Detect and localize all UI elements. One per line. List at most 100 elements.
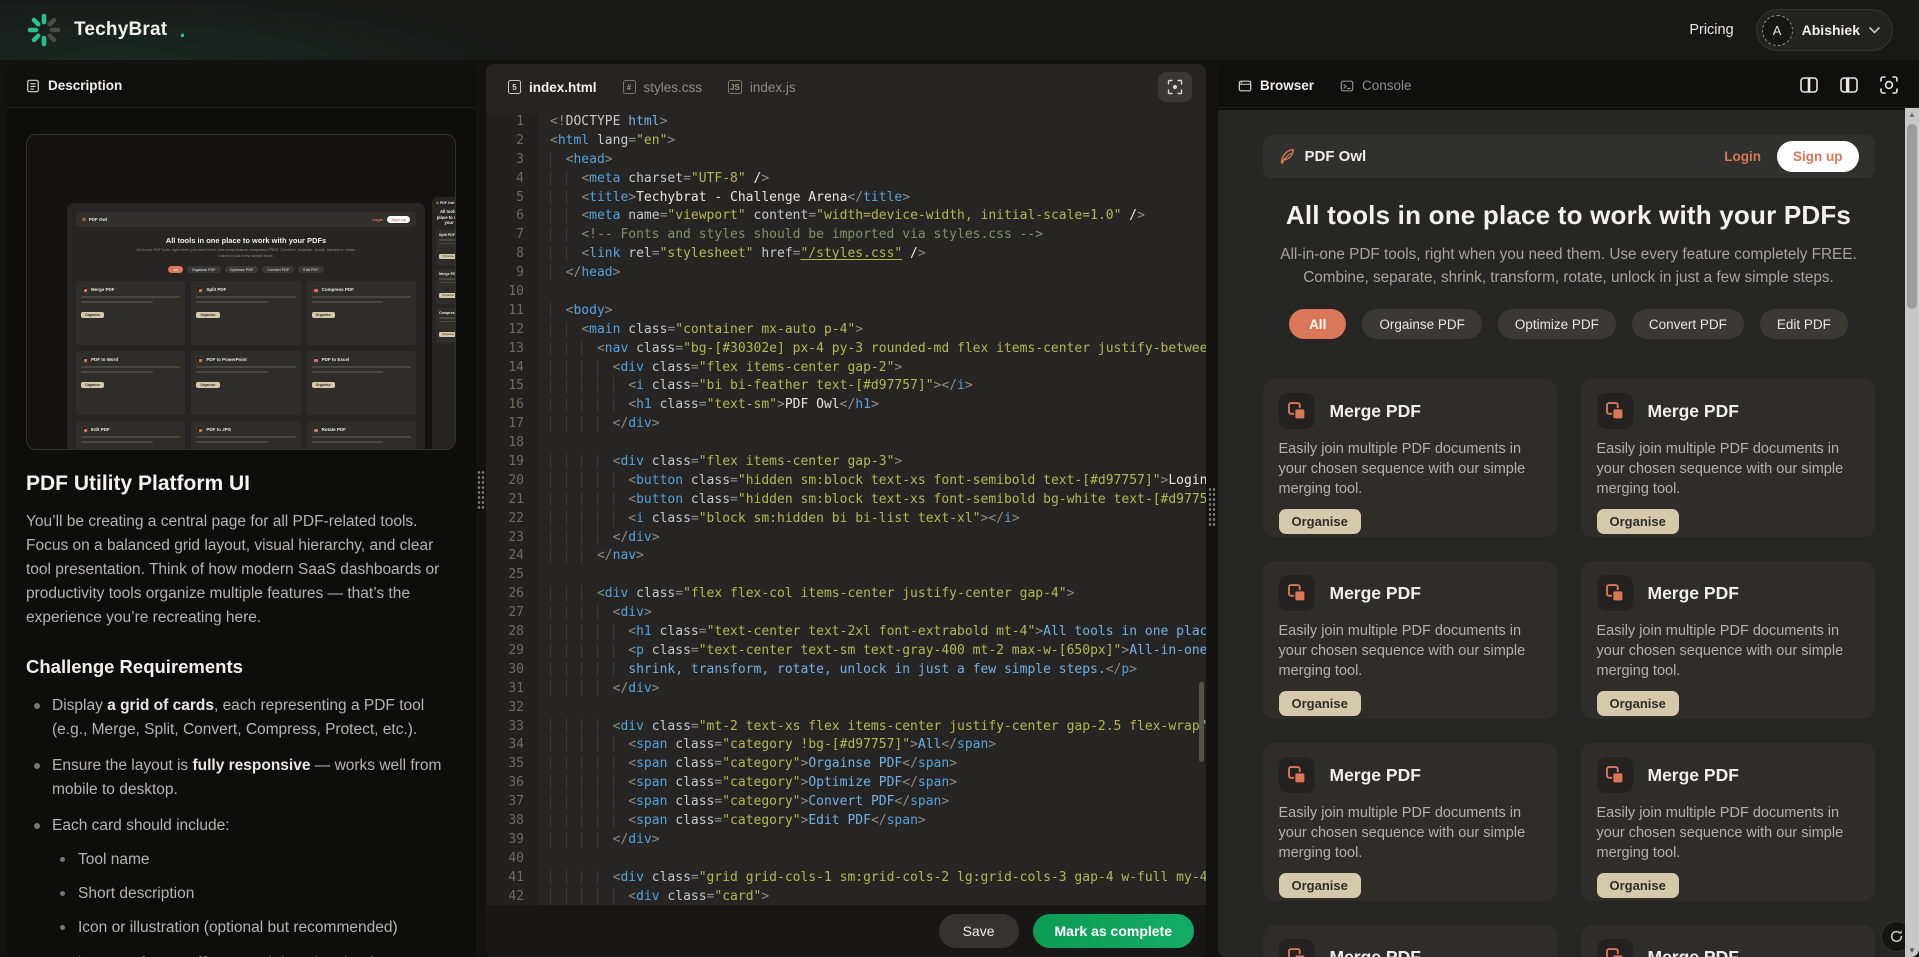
- organise-button[interactable]: Organise: [1597, 509, 1679, 534]
- tab-browser[interactable]: Browser: [1238, 78, 1314, 93]
- chevron-down-icon: [1869, 27, 1880, 34]
- browser-preview: PDF Owl Login Sign up All tools in one p…: [1218, 110, 1919, 957]
- avatar: A: [1762, 15, 1793, 46]
- code-line: 17 </div>: [486, 415, 1206, 434]
- code-line: 26 <div class="flex flex-col items-cente…: [486, 585, 1206, 604]
- thumb-pill: All: [168, 266, 182, 273]
- tool-card: Merge PDF Easily join multiple PDF docum…: [1263, 561, 1557, 719]
- brand[interactable]: TechyBrat.: [26, 12, 185, 48]
- code-line: 37 <span class="category">Convert PDF</s…: [486, 793, 1206, 812]
- editor-file-tab[interactable]: JS index.js: [728, 80, 796, 95]
- code-line: 19 <div class="flex items-center gap-3">: [486, 453, 1206, 472]
- thumb-card-grid: Merge PDF Organise Split PDF Organise Co…: [76, 281, 416, 450]
- organise-button[interactable]: Organise: [1279, 691, 1361, 716]
- editor-scrollbar-thumb[interactable]: [1199, 682, 1204, 762]
- screenshot-icon: [1879, 75, 1899, 95]
- site-signup-button[interactable]: Sign up: [1777, 141, 1859, 172]
- tool-card-description: Easily join multiple PDF documents in yo…: [1597, 439, 1859, 499]
- format-code-button[interactable]: [1158, 72, 1192, 102]
- description-tabbar: Description: [6, 64, 476, 108]
- requirements-list: Display a grid of cards, each representi…: [26, 694, 456, 957]
- thumb-card-button: Organise: [196, 312, 219, 318]
- save-button[interactable]: Save: [939, 914, 1019, 948]
- scrollbar-up-arrow[interactable]: ▲: [1905, 110, 1919, 119]
- organise-button[interactable]: Organise: [1279, 873, 1361, 898]
- nav-pricing[interactable]: Pricing: [1689, 22, 1733, 38]
- tab-console[interactable]: Console: [1340, 78, 1412, 93]
- code-line: 3 <head>: [486, 151, 1206, 170]
- split-left-icon: [1799, 75, 1819, 95]
- thumb-pill: Edit PDF: [298, 266, 323, 273]
- description-panel: Description ✿PDF Owl Login Sign up All t…: [6, 64, 476, 957]
- code-editor[interactable]: 1<!DOCTYPE html>2<html lang="en">3 <head…: [486, 110, 1206, 905]
- thumb-card: PDF to Word Organise: [76, 351, 185, 415]
- filter-pill[interactable]: Edit PDF: [1760, 309, 1848, 339]
- left-resize-handle[interactable]: [477, 470, 485, 510]
- code-line: 33 <div class="mt-2 text-xs flex items-c…: [486, 718, 1206, 737]
- thumb-card: Merge PDF Organise: [76, 281, 185, 345]
- code-line: 7 <!-- Fonts and styles should be import…: [486, 226, 1206, 245]
- thumb-mobile-card: Compress PDF Organise: [436, 308, 456, 343]
- thumb-signup: Sign up: [387, 216, 410, 223]
- right-resize-handle[interactable]: [1208, 487, 1216, 527]
- tool-card-description: Easily join multiple PDF documents in yo…: [1279, 621, 1541, 681]
- tool-card-grid: Merge PDF Easily join multiple PDF docum…: [1263, 379, 1875, 957]
- filter-pill[interactable]: Convert PDF: [1632, 309, 1744, 339]
- site-login-button[interactable]: Login: [1724, 149, 1761, 164]
- requirement-item: Ensure the layout is fully responsive — …: [26, 754, 456, 802]
- code-line: 38 <span class="category">Edit PDF</span…: [486, 812, 1206, 831]
- code-line: 36 <span class="category">Optimize PDF</…: [486, 774, 1206, 793]
- editor-file-tab[interactable]: 5 index.html: [508, 80, 597, 95]
- organise-button[interactable]: Organise: [1279, 509, 1361, 534]
- thumb-card-button: Organise: [312, 382, 335, 388]
- organise-button[interactable]: Organise: [1597, 691, 1679, 716]
- editor-action-bar: Save Mark as complete: [486, 905, 1206, 957]
- tool-card: Merge PDF Easily join multiple PDF docum…: [1263, 743, 1557, 901]
- thumb-card-icon: [81, 426, 88, 433]
- code-line: 8 <link rel="stylesheet" href="/styles.c…: [486, 245, 1206, 264]
- thumb-card-icon: [312, 286, 319, 293]
- feather-icon: [1279, 148, 1296, 165]
- filter-pill[interactable]: Orgainse PDF: [1362, 309, 1482, 339]
- preview-scrollbar[interactable]: ▲ ▼: [1905, 108, 1919, 957]
- code-line: 25: [486, 566, 1206, 585]
- code-line: 42 <div class="card">: [486, 888, 1206, 905]
- scrollbar-down-arrow[interactable]: ▼: [1905, 946, 1919, 955]
- code-line: 39 </div>: [486, 831, 1206, 850]
- document-icon: [26, 79, 40, 93]
- thumb-card-button: Organise: [81, 312, 104, 318]
- tab-description[interactable]: Description: [26, 78, 122, 93]
- thumb-card: Edit PDF Organise: [76, 421, 185, 450]
- brand-dot: .: [179, 17, 185, 43]
- thumb-subheading: All-in-one PDF tools, right when you nee…: [131, 248, 361, 259]
- thumbnail-desktop-mockup: ✿PDF Owl Login Sign up All tools in one …: [67, 203, 425, 450]
- split-view-left-button[interactable]: [1795, 71, 1823, 99]
- thumbnail-mobile-mockup: ✿ PDF Owl All tools in one place to work…: [432, 197, 456, 450]
- preview-panel: Browser Console: [1218, 64, 1919, 957]
- code-line: 30 shrink, transform, rotate, unlock in …: [486, 661, 1206, 680]
- user-menu[interactable]: A Abishiek: [1756, 9, 1893, 51]
- tool-card-title: Merge PDF: [1330, 947, 1421, 957]
- merge-pdf-icon: [1597, 393, 1633, 429]
- requirement-item: Implement a hover effect or subtle anima…: [26, 952, 456, 957]
- tab-description-label: Description: [48, 78, 122, 93]
- user-name: Abishiek: [1802, 22, 1860, 38]
- organise-button[interactable]: Organise: [1597, 873, 1679, 898]
- screenshot-button[interactable]: [1875, 71, 1903, 99]
- code-line: 2<html lang="en">: [486, 132, 1206, 151]
- browser-icon: [1238, 79, 1252, 93]
- filter-pill[interactable]: Optimize PDF: [1498, 309, 1616, 339]
- mark-as-complete-button[interactable]: Mark as complete: [1033, 914, 1195, 948]
- code-line: 13 <nav class="bg-[#30302e] px-4 py-3 ro…: [486, 340, 1206, 359]
- editor-tabbar: 5 index.html # styles.css JS index.js: [486, 64, 1206, 110]
- app-window: TechyBrat. Pricing A Abishiek Descriptio…: [0, 0, 1919, 957]
- editor-file-tab[interactable]: # styles.css: [623, 80, 703, 95]
- split-view-right-button[interactable]: [1835, 71, 1863, 99]
- filter-pill[interactable]: All: [1289, 309, 1346, 339]
- preview-scrollbar-thumb[interactable]: [1907, 124, 1917, 309]
- file-type-icon: #: [623, 80, 636, 94]
- file-type-icon: 5: [508, 80, 521, 94]
- code-line: 16 <h1 class="text-sm">PDF Owl</h1>: [486, 396, 1206, 415]
- code-line: 41 <div class="grid grid-cols-1 sm:grid-…: [486, 869, 1206, 888]
- tool-card-title: Merge PDF: [1648, 947, 1739, 957]
